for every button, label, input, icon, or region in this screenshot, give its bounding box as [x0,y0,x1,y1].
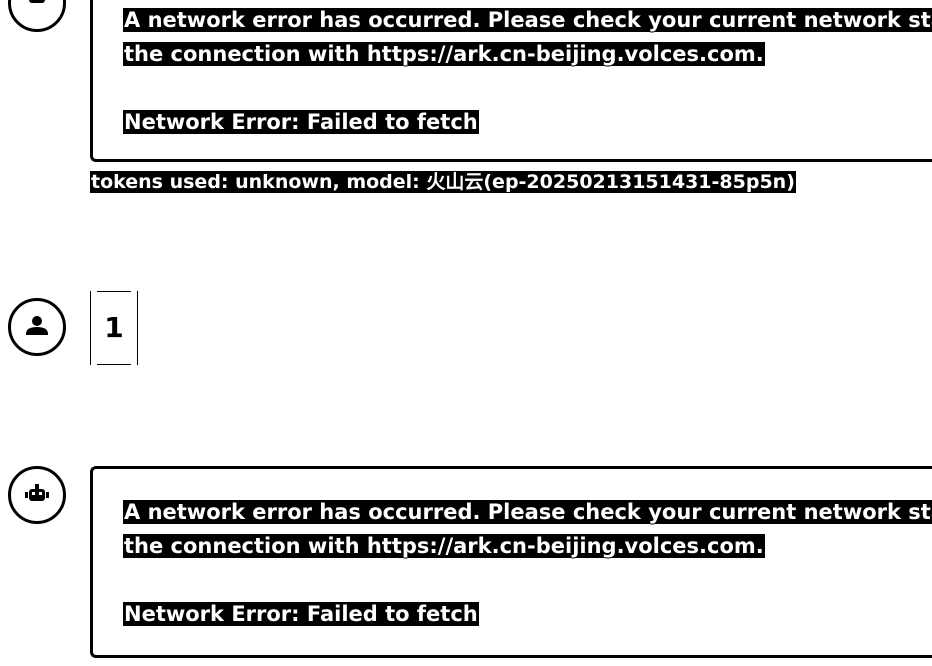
robot-icon [25,484,49,501]
assistant-message-bubble: A network error has occurred. Please che… [90,0,932,162]
bot-avatar [8,466,66,524]
chat-transcript: A network error has occurred. Please che… [0,0,932,666]
bot-avatar [8,0,66,32]
assistant-message-bubble: A network error has occurred. Please che… [90,466,932,658]
error-detail: Network Error: Failed to fetch [123,602,479,626]
user-message-bubble: 1 [90,291,138,365]
robot-icon [29,0,45,3]
error-message-line: the connection with https://ark.cn-beiji… [123,42,765,66]
error-message-line: the connection with https://ark.cn-beiji… [123,534,765,558]
message-meta: tokens used: unknown, model: 火山云(ep-2025… [90,171,796,193]
user-avatar [8,298,66,356]
user-message-text: 1 [104,311,124,344]
error-detail: Network Error: Failed to fetch [123,110,479,134]
error-message-line: A network error has occurred. Please che… [123,8,932,32]
user-icon [26,316,48,335]
error-message-line: A network error has occurred. Please che… [123,500,932,524]
